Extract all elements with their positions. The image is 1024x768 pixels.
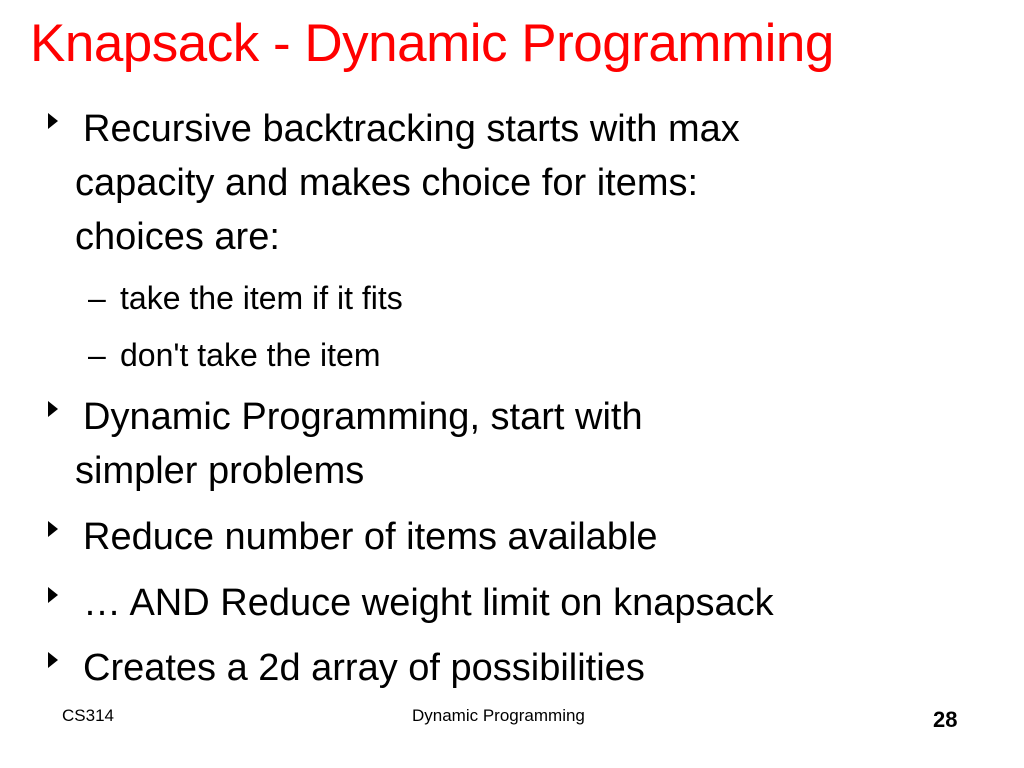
sub-bullet-text: don't take the item bbox=[120, 337, 381, 373]
bullet-line: … AND Reduce weight limit on knapsack bbox=[83, 582, 774, 624]
triangle-bullet-icon bbox=[48, 652, 58, 668]
dash-bullet-icon: – bbox=[88, 337, 106, 373]
bullet-dynamic-programming: Dynamic Programming, start with simpler … bbox=[48, 390, 643, 498]
slide-number: 28 bbox=[933, 707, 958, 732]
bullet-line: capacity and makes choice for items: bbox=[75, 162, 699, 204]
bullet-line: Reduce number of items available bbox=[83, 516, 658, 558]
bullet-recursive-backtracking: Recursive backtracking starts with max c… bbox=[48, 102, 740, 264]
sub-bullet-dont-take-item: – don't take the item bbox=[88, 327, 380, 383]
bullet-line: Creates a 2d array of possibilities bbox=[83, 647, 645, 689]
footer-course: CS314 bbox=[62, 706, 114, 725]
sub-bullet-take-item: – take the item if it fits bbox=[88, 270, 403, 326]
triangle-bullet-icon bbox=[48, 587, 58, 603]
bullet-reduce-weight: … AND Reduce weight limit on knapsack bbox=[48, 576, 774, 630]
footer-topic: Dynamic Programming bbox=[412, 706, 585, 725]
bullet-line: simpler problems bbox=[75, 450, 365, 492]
triangle-bullet-icon bbox=[48, 113, 58, 129]
bullet-line: Dynamic Programming, start with bbox=[83, 396, 643, 438]
bullet-reduce-items: Reduce number of items available bbox=[48, 510, 658, 564]
sub-bullet-text: take the item if it fits bbox=[120, 280, 403, 316]
bullet-line: Recursive backtracking starts with max bbox=[83, 108, 740, 150]
triangle-bullet-icon bbox=[48, 401, 58, 417]
dash-bullet-icon: – bbox=[88, 280, 106, 316]
bullet-2d-array: Creates a 2d array of possibilities bbox=[48, 641, 645, 695]
slide-title: Knapsack - Dynamic Programming bbox=[30, 14, 834, 73]
bullet-line: choices are: bbox=[75, 216, 280, 258]
triangle-bullet-icon bbox=[48, 521, 58, 537]
